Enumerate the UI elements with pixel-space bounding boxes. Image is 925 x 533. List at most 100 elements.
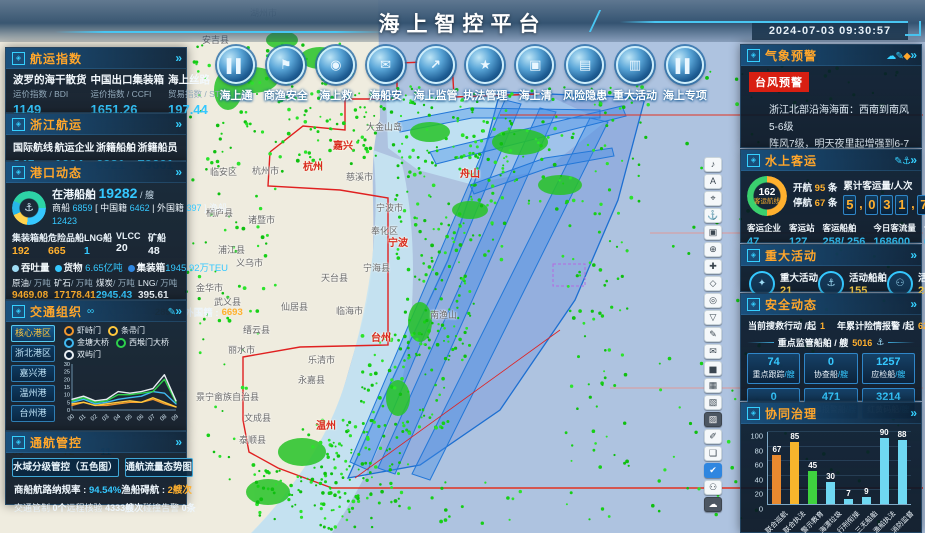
svg-text:30: 30 (64, 362, 70, 368)
more-button[interactable]: » (910, 297, 915, 311)
tab-浙北港区[interactable]: 浙北港区 (11, 345, 55, 362)
passenger-total-digits: 5,031,700 (843, 195, 925, 215)
bar-wrapper: 9 (861, 497, 871, 504)
city-label: 慈溪市 (346, 170, 373, 183)
quick-entry-6[interactable]: ★执法管理 (462, 46, 508, 103)
flow-situation-button[interactable]: 通航流量态势图 (125, 458, 194, 477)
polygon-tool-button[interactable]: ◇ (704, 276, 722, 291)
more-button[interactable]: » (910, 406, 915, 420)
city-label: 文成县 (244, 411, 271, 424)
anchor-tool-button[interactable]: ⚓ (704, 208, 722, 223)
throughput-row: 吞吐量 货物 6.65亿吨 集装箱1945.92万TEU (6, 257, 186, 274)
safety-box[interactable]: 74重点跟踪/艘 (747, 353, 800, 384)
bar (772, 455, 781, 504)
panel-zhejiang-shipping: ◈ 浙江航运 » 国际航线 245 航运企业 1664 浙籍船舶 6921 浙籍… (5, 113, 187, 161)
bar-x-label: 海漂垃圾 (825, 507, 835, 531)
svg-text:06: 06 (136, 413, 145, 422)
tab-嘉兴港[interactable]: 嘉兴港 (11, 365, 55, 382)
cross-tool-button[interactable]: ✚ (704, 259, 722, 274)
more-button[interactable]: » (910, 248, 915, 262)
safety-box[interactable]: 1257应检船/艘 (862, 353, 915, 384)
link-icon[interactable]: ∞ (87, 306, 94, 317)
svg-text:15: 15 (64, 385, 70, 391)
locate-tool-button[interactable]: ⌖ (704, 191, 722, 206)
volume-tool-button[interactable]: ♪ (704, 157, 722, 172)
bar-wrapper: 88 (897, 440, 907, 504)
measure-tool-button[interactable]: ✎ (704, 327, 722, 342)
bar-x-labels: 联合巡航联合执法警示教育海漂垃圾行刑衔接三无船舶渔船执法消防监督 (767, 507, 911, 531)
more-button[interactable]: » (175, 51, 180, 65)
city-label: 浦江县 (218, 243, 245, 256)
typhoon-icon[interactable]: ◆ (903, 51, 909, 62)
digit-box: , (910, 195, 915, 213)
bars-icon: ▌▌ (666, 46, 704, 84)
edit-icon[interactable]: ✎ (894, 156, 900, 167)
quick-entry-10[interactable]: ▌▌海上专项 (662, 46, 708, 103)
svg-text:09: 09 (171, 413, 180, 422)
more-button[interactable]: » (175, 165, 180, 179)
event-icon: ▥ (616, 46, 654, 84)
bar-x-label: 消防监督 (897, 507, 907, 531)
person-tool-button[interactable]: ⚇ (704, 480, 722, 495)
chart-tool-button[interactable]: ▅ (704, 361, 722, 376)
y-tick-label: 40 (755, 475, 763, 484)
image-tool-button[interactable]: ▧ (704, 395, 722, 410)
tab-台州港[interactable]: 台州港 (11, 405, 55, 422)
trend-icon: ↗ (417, 46, 455, 84)
quick-entry-7[interactable]: ▣海上清 (512, 46, 558, 103)
check-tool-button[interactable]: ✔ (704, 463, 722, 478)
panel-major-events: ◈ 重大活动 » ✦ 重大活动21 ⚓ 活动船舶155 ⚇ 活动人员289 (740, 244, 922, 292)
camera-tool-button[interactable]: ▣ (704, 225, 722, 240)
legend-item: 虾峙门 (64, 325, 101, 336)
svg-text:04: 04 (113, 413, 122, 422)
quick-entry-label: 商渔安全 (264, 87, 308, 103)
city-label: 宁海县 (363, 261, 390, 274)
image-layers-tool-button[interactable]: ▨ (704, 412, 722, 427)
index-item: 中国出口集装箱 运价指数 / CCFI 1651.26 (91, 72, 165, 117)
ship-icon[interactable]: ⚓ (902, 156, 909, 167)
legend-item: 双屿门 (64, 349, 101, 360)
in-port-donut: ⚓ (12, 191, 46, 225)
digit-box: 7 (917, 195, 925, 215)
pen-tool-button[interactable]: ✐ (704, 429, 722, 444)
tab-温州港[interactable]: 温州港 (11, 385, 55, 402)
safety-box[interactable]: 0协查船/艘 (804, 353, 857, 384)
quick-entry-3[interactable]: ◉海上救 (313, 46, 359, 103)
cloud-icon[interactable]: ☁ (886, 51, 894, 62)
more-button[interactable]: » (175, 304, 180, 318)
filter-tool-button[interactable]: ▽ (704, 310, 722, 325)
svg-text:00: 00 (67, 413, 76, 422)
more-button[interactable]: » (910, 48, 915, 62)
more-button[interactable]: » (910, 153, 915, 167)
diamond-icon: ◈ (12, 166, 25, 179)
digit-box: 1 (895, 195, 908, 215)
cloud-tool-button[interactable]: ☁ (704, 497, 722, 512)
tab-核心港区[interactable]: 核心港区 (11, 325, 55, 342)
quick-entry-8[interactable]: ▤风险隐患 (562, 46, 608, 103)
legend-dot-icon (64, 338, 74, 348)
mail-tool-button[interactable]: ✉ (704, 344, 722, 359)
quick-entry-9[interactable]: ▥重大活动 (612, 46, 658, 103)
city-label: 杭州市 (252, 164, 279, 177)
grid-tool-button[interactable]: ▦ (704, 378, 722, 393)
edit-icon[interactable]: ✎ (896, 51, 902, 62)
quick-entry-4[interactable]: ✉海船安 (363, 46, 409, 103)
edit-icon[interactable]: ✎ (168, 307, 174, 318)
typhoon-warning-badge[interactable]: 台风预警 (749, 72, 809, 92)
five-color-map-button[interactable]: 水域分级管控（五色图） (12, 458, 119, 477)
cargo-icon (55, 265, 62, 272)
ship-type-stats: 集装箱船192 危险品船665 LNG船1 VLCC20 矿船48 (6, 229, 186, 257)
panel-shipping-index: ◈ 航运指数 » 波罗的海干散货 运价指数 / BDI 1149 中国出口集装箱… (5, 47, 187, 113)
label-a-tool-button[interactable]: A (704, 174, 722, 189)
more-button[interactable]: » (175, 117, 180, 131)
target-tool-button[interactable]: ◎ (704, 293, 722, 308)
svg-text:05: 05 (125, 413, 134, 422)
diamond-icon: ◈ (747, 154, 760, 167)
svg-text:07: 07 (148, 413, 157, 422)
quick-entry-2[interactable]: ⚑商渔安全 (263, 46, 309, 103)
quick-entry-label: 海上监管 (414, 87, 458, 103)
more-button[interactable]: » (175, 435, 180, 449)
quick-entry-5[interactable]: ↗ 海上监管 (413, 46, 459, 103)
fullscreen-tool-button[interactable]: ⊕ (704, 242, 722, 257)
comment-tool-button[interactable]: ❑ (704, 446, 722, 461)
